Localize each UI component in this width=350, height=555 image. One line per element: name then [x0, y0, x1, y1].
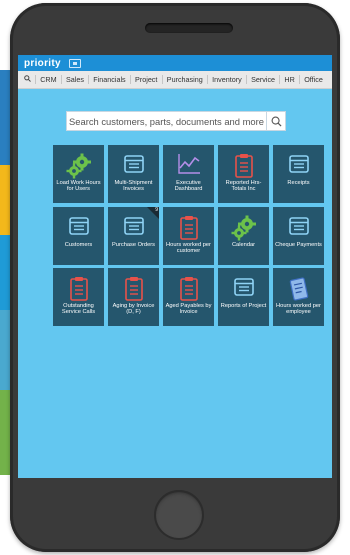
tile-reported-hrs-totals-inc[interactable]: Reported Hrs-Totals Inc — [218, 145, 269, 203]
tile-label: Aged Payables by Invoice — [165, 303, 212, 316]
menu-item-service[interactable]: Service — [245, 75, 279, 84]
tile-purchase-orders[interactable]: Purchase Orders 9 — [108, 207, 159, 265]
gears-icon — [53, 153, 104, 179]
menu-item-crm[interactable]: CRM — [35, 75, 61, 84]
tile-label: Reports of Project — [220, 303, 267, 309]
menu-item-financials[interactable]: Financials — [88, 75, 130, 84]
tile-customers[interactable]: Customers — [53, 207, 104, 265]
clipboard-icon — [218, 153, 269, 178]
main-menu: CRM Sales Financials Project Purchasing … — [18, 71, 332, 89]
tile-executive-dashboard[interactable]: Executive Dashboard — [163, 145, 214, 203]
gears-icon — [218, 215, 269, 241]
form-icon — [53, 215, 104, 239]
tile-label: Hours worked per employee — [276, 303, 321, 316]
tile-calendar[interactable]: Calendar — [218, 207, 269, 265]
tile-label: Hours worked per customer — [166, 242, 211, 255]
tile-label: Customers — [64, 242, 93, 248]
chart-icon — [163, 153, 214, 177]
window-icon[interactable] — [68, 58, 81, 68]
menu-item-inventory[interactable]: Inventory — [206, 75, 246, 84]
tile-aged-payables-by-invoice[interactable]: Aged Payables by Invoice — [163, 268, 214, 326]
clipboard-icon — [163, 276, 214, 301]
app-logo: priority — [24, 57, 61, 69]
menu-item-project[interactable]: Project — [129, 75, 162, 84]
app-header: priority — [18, 55, 332, 71]
tile-outstanding-service-calls[interactable]: Outstanding Service Calls — [53, 268, 104, 326]
tile-label: Load Work Hours for Users — [56, 180, 101, 193]
count-badge: 9 — [147, 207, 159, 219]
tile-receipts[interactable]: Receipts — [273, 145, 324, 203]
tile-load-work-hours-for-users[interactable]: Load Work Hours for Users — [53, 145, 104, 203]
menu-item-sales[interactable]: Sales — [60, 75, 88, 84]
tile-reports-of-project[interactable]: Reports of Project — [218, 268, 269, 326]
search-input[interactable]: Search customers, parts, documents and m… — [67, 116, 266, 127]
home-button[interactable] — [154, 490, 204, 540]
tile-multi-shipment-invoices[interactable]: Multi-Shipment Invoices — [108, 145, 159, 203]
tile-label: Calendar — [231, 242, 256, 248]
tile-cheque-payments[interactable]: Cheque Payments — [273, 207, 324, 265]
tile-label: Cheque Payments — [275, 242, 322, 248]
app-screen: priority CRM Sales Financials Project Pu… — [18, 55, 332, 478]
tile-hours-worked-per-employee[interactable]: Hours worked per employee — [273, 268, 324, 326]
search-icon[interactable] — [18, 75, 35, 84]
tile-label: Aging by Invoice (D, F) — [112, 303, 155, 316]
form-icon — [108, 153, 159, 177]
clipboard-icon — [163, 215, 214, 240]
global-search[interactable]: Search customers, parts, documents and m… — [66, 111, 286, 131]
tile-label: Executive Dashboard — [174, 180, 203, 193]
menu-item-purchasing[interactable]: Purchasing — [161, 75, 207, 84]
search-button[interactable] — [266, 112, 285, 130]
tile-aging-by-invoice-d-f[interactable]: Aging by Invoice (D, F) — [108, 268, 159, 326]
report-icon — [273, 276, 324, 301]
clipboard-icon — [108, 276, 159, 301]
phone-frame: priority CRM Sales Financials Project Pu… — [10, 3, 340, 552]
form-icon — [218, 276, 269, 300]
clipboard-icon — [53, 276, 104, 301]
form-icon — [273, 215, 324, 239]
menu-item-hr[interactable]: HR — [279, 75, 299, 84]
badge-count: 9 — [155, 207, 158, 213]
tile-label: Purchase Orders — [112, 242, 155, 248]
form-icon — [273, 153, 324, 177]
tile-hours-worked-per-customer[interactable]: Hours worked per customer — [163, 207, 214, 265]
menu-item-office[interactable]: Office — [299, 75, 327, 84]
tile-label: Reported Hrs-Totals Inc — [225, 180, 262, 193]
tile-label: Outstanding Service Calls — [61, 303, 96, 316]
tile-label: Multi-Shipment Invoices — [114, 180, 153, 193]
phone-speaker — [145, 23, 233, 33]
magnifier-icon — [271, 116, 282, 127]
tile-label: Receipts — [287, 180, 310, 186]
